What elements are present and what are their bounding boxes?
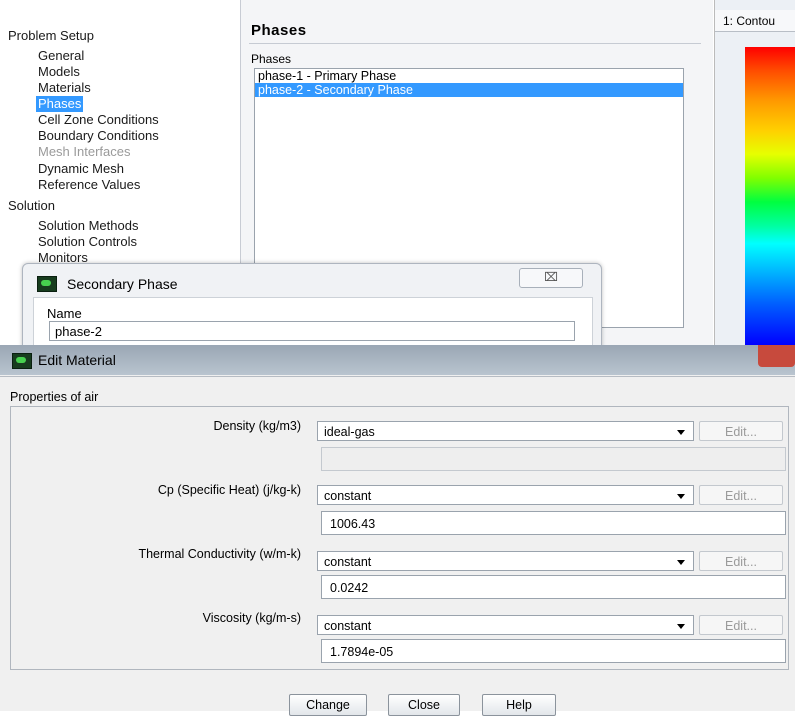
dialog-title: Edit Material — [38, 352, 116, 368]
density-method-value: ideal-gas — [324, 425, 375, 439]
close-button[interactable]: ⌧ — [519, 268, 583, 288]
viscosity-value-field[interactable]: 1.7894e-05 — [321, 639, 786, 663]
change-button[interactable]: Change — [289, 694, 367, 716]
help-button[interactable]: Help — [482, 694, 556, 716]
viscosity-method-value: constant — [324, 619, 372, 633]
tree-item-solution-controls[interactable]: Solution Controls — [36, 234, 139, 250]
cp-method-select[interactable]: constant — [317, 485, 694, 505]
tree-item-mesh-interfaces: Mesh Interfaces — [38, 144, 131, 159]
graphics-window: 1: Contou — [714, 0, 795, 345]
thermal-conductivity-label: Thermal Conductivity (w/m-k) — [138, 547, 301, 561]
name-label: Name — [47, 306, 82, 321]
cp-label: Cp (Specific Heat) (j/kg-k) — [157, 483, 301, 497]
close-icon: ⌧ — [544, 270, 558, 284]
thermal-conductivity-method-select[interactable]: constant — [317, 551, 694, 571]
thermal-conductivity-edit-button[interactable]: Edit... — [699, 551, 783, 571]
tree-section-solution[interactable]: Solution — [8, 198, 55, 213]
viscosity-edit-button[interactable]: Edit... — [699, 615, 783, 635]
density-method-select[interactable]: ideal-gas — [317, 421, 694, 441]
cp-value-field[interactable]: 1006.43 — [321, 511, 786, 535]
graphics-tab[interactable]: 1: Contou — [715, 10, 795, 32]
titlebar-divider — [0, 376, 795, 377]
tree-item-materials[interactable]: Materials — [36, 80, 93, 96]
chevron-down-icon — [677, 494, 685, 499]
tree-item-phases[interactable]: Phases — [36, 96, 84, 112]
fluent-app-icon — [12, 353, 32, 369]
viscosity-label: Viscosity (kg/m-s) — [202, 611, 301, 625]
navigation-tree: Problem Setup General Models Materials P… — [0, 0, 241, 300]
cp-method-value: constant — [324, 489, 372, 503]
name-input[interactable]: phase-2 — [49, 321, 575, 341]
density-value-field — [321, 447, 786, 471]
dialog-titlebar[interactable]: Edit Material — [0, 345, 795, 375]
phases-list-label: Phases — [251, 52, 292, 66]
close-button[interactable] — [758, 345, 795, 367]
dialog-title: Secondary Phase — [67, 276, 178, 292]
tree-item-models[interactable]: Models — [36, 64, 82, 80]
phase-list-item-primary[interactable]: phase-1 - Primary Phase — [255, 69, 683, 83]
properties-title: Properties of air — [10, 390, 99, 404]
chevron-down-icon — [677, 624, 685, 629]
cp-edit-button[interactable]: Edit... — [699, 485, 783, 505]
tree-item-cell-zone-conditions[interactable]: Cell Zone Conditions — [36, 112, 161, 128]
chevron-down-icon — [677, 430, 685, 435]
thermal-conductivity-value-field[interactable]: 0.0242 — [321, 575, 786, 599]
properties-group: Density (kg/m3) ideal-gas Edit... Cp (Sp… — [10, 406, 789, 670]
phase-list-item-secondary[interactable]: phase-2 - Secondary Phase — [255, 83, 683, 97]
panel-title: Phases — [251, 22, 307, 39]
tree-section-problem-setup[interactable]: Problem Setup — [8, 28, 94, 43]
density-label: Density (kg/m3) — [213, 419, 301, 433]
viscosity-method-select[interactable]: constant — [317, 615, 694, 635]
close-button[interactable]: Close — [388, 694, 460, 716]
density-edit-button[interactable]: Edit... — [699, 421, 783, 441]
tree-item-solution-methods[interactable]: Solution Methods — [36, 218, 140, 234]
chevron-down-icon — [677, 560, 685, 565]
thermal-conductivity-method-value: constant — [324, 555, 372, 569]
edit-material-dialog: Edit Material Properties of air Density … — [0, 345, 795, 716]
contour-colorbar — [745, 47, 795, 345]
title-divider — [249, 43, 701, 44]
tree-item-reference-values[interactable]: Reference Values — [36, 177, 142, 193]
tree-item-boundary-conditions[interactable]: Boundary Conditions — [36, 128, 161, 144]
tree-item-dynamic-mesh[interactable]: Dynamic Mesh — [36, 161, 126, 177]
tree-item-general[interactable]: General — [36, 48, 86, 64]
fluent-app-icon — [37, 276, 57, 292]
